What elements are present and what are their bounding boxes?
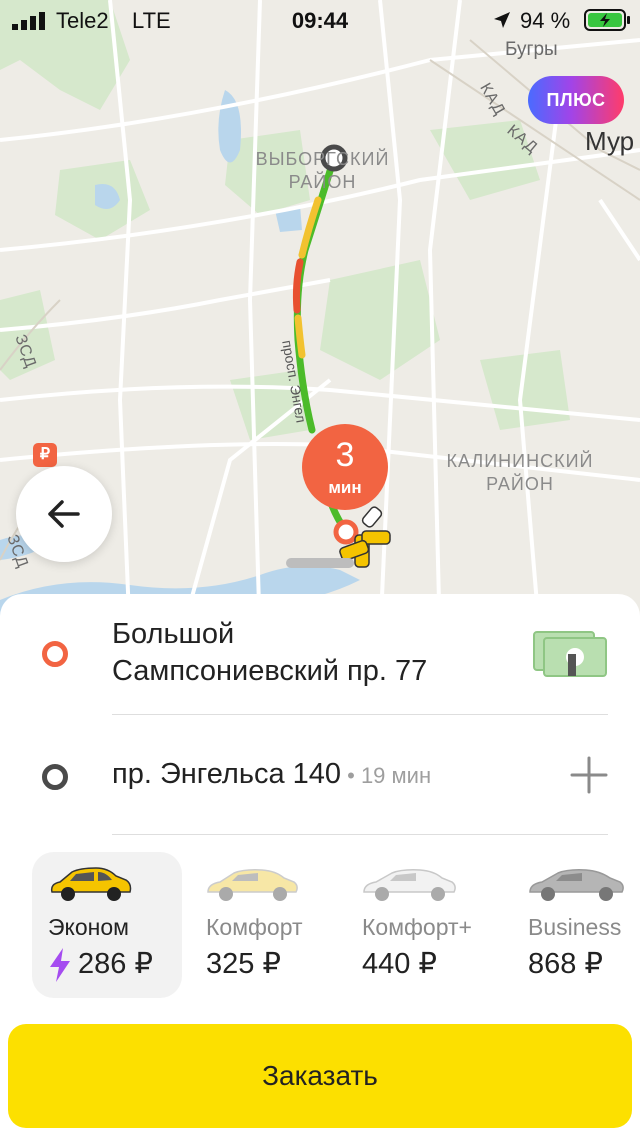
sheet-grabber[interactable] [286,558,354,568]
tariff-price: 868 ₽ [528,948,603,980]
tariff-name: Комфорт+ [362,914,472,940]
destination-address-row[interactable]: пр. Энгельса 140 • 19 мин [0,716,640,834]
eta-value: 3 [335,436,355,474]
business-car-icon [529,869,624,901]
tariff-name: Business [528,914,622,940]
tariff-comfort[interactable]: Комфорт 325 ₽ [192,852,342,998]
map-label-kalininsky-district: КАЛИНИНСКИЙ РАЙОН [446,451,594,494]
add-stop-icon[interactable] [570,756,608,794]
location-arrow-icon [494,12,510,28]
pickup-dot-icon [42,641,68,667]
plus-badge-button[interactable]: ПЛЮС [528,76,624,124]
divider [112,714,608,715]
status-bar: Tele2 LTE 09:44 94 % [0,0,640,40]
lightning-icon [50,948,70,982]
tariff-price: 286 ₽ [78,948,153,980]
battery-percent: 94 % [520,8,571,33]
economy-car-icon [50,867,132,901]
destination-address: пр. Энгельса 140 • 19 мин [112,758,432,790]
tariff-price: 325 ₽ [206,948,281,980]
map-label-murino: Мур [585,126,635,156]
tariff-comfort-plus[interactable]: Комфорт+ 440 ₽ [348,852,508,998]
tariff-price: 440 ₽ [362,948,437,980]
destination-travel-time: • 19 мин [341,763,432,788]
pickup-address: Большой Сампсониевский пр. 77 [112,618,428,687]
divider [112,834,608,835]
eta-unit: мин [328,478,362,497]
pickup-address-row[interactable]: Большой Сампсониевский пр. 77 [0,594,640,714]
destination-dot-icon [42,764,68,790]
back-button[interactable] [16,466,112,562]
map-label-bugry: Бугры [505,39,558,60]
comfort-car-icon [207,869,298,901]
map-label-vyborgsky-district: ВЫБОРГСКИЙ РАЙОН [255,149,390,192]
tariff-selector: Эконом 286 ₽ Комфорт 325 ₽ Комфорт+ 440 … [0,852,640,1002]
eta-bubble: 3 мин [302,424,388,510]
metro-icon: ₽ [39,446,51,463]
order-button[interactable]: Заказать [8,1024,632,1128]
tariff-name: Комфорт [206,914,303,940]
cash-payment-icon[interactable] [532,630,608,678]
comfort-plus-car-icon [363,869,456,901]
tariff-business[interactable]: Business 868 ₽ [514,852,640,998]
tariff-economy[interactable]: Эконом 286 ₽ [32,852,182,998]
arrow-left-icon [48,500,80,528]
tariff-name: Эконом [48,914,129,940]
battery-icon [584,9,630,31]
